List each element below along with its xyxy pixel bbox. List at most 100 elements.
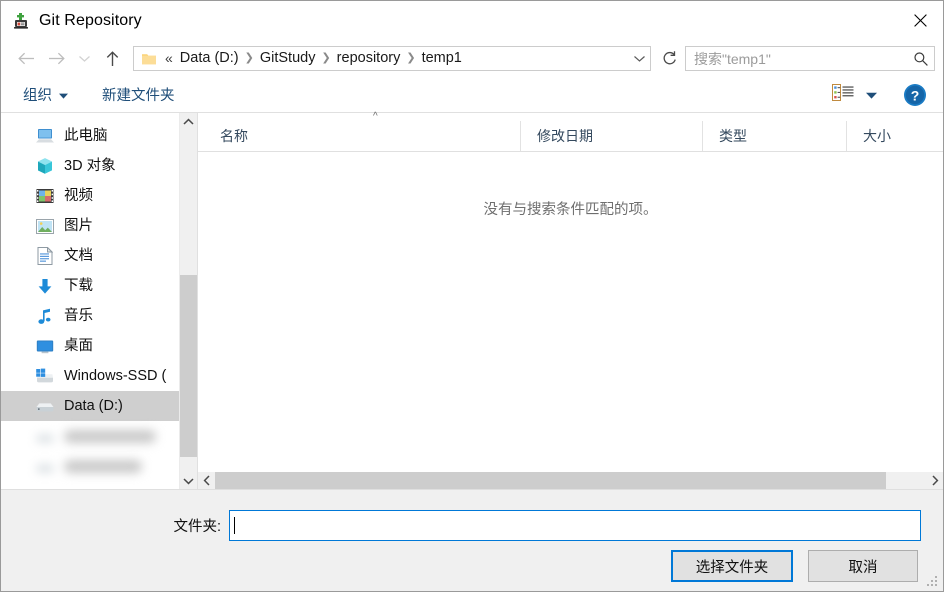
sidebar-item-label: 下载 bbox=[64, 278, 93, 294]
sidebar-item-3d-objects[interactable]: 3D 对象 bbox=[1, 151, 179, 181]
close-button[interactable] bbox=[897, 1, 943, 39]
breadcrumb: « Data (D:) ❯ GitStudy ❯ repository ❯ te… bbox=[165, 47, 628, 70]
this-pc-icon bbox=[35, 126, 55, 146]
sidebar-item-label: Data (D:) bbox=[64, 398, 123, 414]
organize-button[interactable]: 组织 bbox=[17, 82, 74, 108]
breadcrumb-item-0[interactable]: Data (D:) bbox=[176, 47, 243, 70]
chevron-right-icon bbox=[931, 475, 938, 486]
empty-state-message: 没有与搜索条件匹配的项。 bbox=[483, 202, 658, 218]
help-button[interactable]: ? bbox=[903, 83, 927, 107]
scroll-down-button[interactable] bbox=[180, 472, 197, 489]
breadcrumb-separator: ❯ bbox=[406, 52, 416, 64]
sidebar-item-pictures[interactable]: 图片 bbox=[1, 211, 179, 241]
chevron-down-icon bbox=[183, 477, 194, 484]
search-input[interactable]: 搜索"temp1" bbox=[686, 49, 908, 69]
sidebar-item-label: 文档 bbox=[64, 248, 93, 264]
resize-grip[interactable] bbox=[927, 576, 939, 588]
downloads-icon bbox=[35, 276, 55, 296]
sidebar-item-redacted-1[interactable] bbox=[1, 421, 179, 451]
recent-locations-button[interactable] bbox=[71, 45, 97, 73]
scroll-left-button[interactable] bbox=[198, 472, 215, 489]
file-list-body[interactable]: 没有与搜索条件匹配的项。 bbox=[198, 152, 943, 471]
sidebar-item-label: Windows-SSD ( bbox=[64, 368, 167, 384]
documents-icon bbox=[35, 246, 55, 266]
sidebar-item-music[interactable]: 音乐 bbox=[1, 301, 179, 331]
column-header-size[interactable]: 大小 bbox=[846, 121, 943, 151]
sidebar-item-documents[interactable]: 文档 bbox=[1, 241, 179, 271]
sidebar-item-redacted-2[interactable] bbox=[1, 451, 179, 481]
dialog-button-row: 选择文件夹 取消 bbox=[671, 550, 918, 582]
folder-field-row: 文件夹: bbox=[1, 510, 943, 541]
breadcrumb-item-2[interactable]: repository bbox=[333, 47, 405, 70]
navigation-pane-scrollbar[interactable] bbox=[179, 113, 197, 489]
address-dropdown-button[interactable] bbox=[628, 47, 650, 70]
music-icon bbox=[35, 306, 55, 326]
scroll-up-button[interactable] bbox=[180, 113, 197, 130]
sidebar-item-this-pc[interactable]: 此电脑 bbox=[1, 121, 179, 151]
breadcrumb-overflow[interactable]: « bbox=[165, 47, 176, 70]
refresh-icon bbox=[663, 51, 676, 65]
select-folder-button[interactable]: 选择文件夹 bbox=[671, 550, 793, 582]
column-label: 修改日期 bbox=[537, 128, 593, 144]
arrow-up-icon bbox=[106, 50, 118, 66]
hscrollbar-thumb[interactable] bbox=[215, 472, 886, 489]
column-label: 名称 bbox=[220, 128, 248, 144]
column-header-type[interactable]: 类型 bbox=[702, 121, 846, 151]
sidebar-item-label: 此电脑 bbox=[64, 128, 108, 144]
window-title: Git Repository bbox=[39, 11, 142, 29]
redacted-label bbox=[64, 459, 142, 473]
hscrollbar-track[interactable] bbox=[215, 472, 926, 489]
folder-tree: 此电脑 3D 对象 视频 图片 文档 下载 音乐 桌面 Windows-SSD … bbox=[1, 113, 179, 481]
breadcrumb-item-3[interactable]: temp1 bbox=[418, 47, 466, 70]
column-header-name[interactable]: 名称 ^ bbox=[198, 112, 520, 151]
forward-button[interactable] bbox=[41, 45, 71, 73]
text-caret bbox=[234, 517, 235, 534]
cancel-button[interactable]: 取消 bbox=[808, 550, 918, 582]
sidebar-item-label: 图片 bbox=[64, 218, 93, 234]
drive-icon bbox=[35, 426, 55, 446]
sidebar-item-label: 桌面 bbox=[64, 338, 93, 354]
sidebar-item-videos[interactable]: 视频 bbox=[1, 181, 179, 211]
chevron-up-icon bbox=[183, 118, 194, 125]
arrow-right-icon bbox=[48, 52, 65, 65]
organize-label: 组织 bbox=[23, 88, 52, 104]
sidebar-item-downloads[interactable]: 下载 bbox=[1, 271, 179, 301]
column-header-row: 名称 ^ 修改日期 类型 大小 bbox=[198, 112, 943, 152]
sidebar-item-windows-ssd[interactable]: Windows-SSD ( bbox=[1, 361, 179, 391]
scroll-right-button[interactable] bbox=[926, 472, 943, 489]
drive-icon bbox=[35, 396, 55, 416]
scrollbar-thumb[interactable] bbox=[180, 275, 197, 457]
file-list-pane: 名称 ^ 修改日期 类型 大小 没有与搜索条件匹配的项。 bbox=[198, 112, 943, 489]
sidebar-item-data-d[interactable]: Data (D:) bbox=[1, 391, 179, 421]
address-bar[interactable]: « Data (D:) ❯ GitStudy ❯ repository ❯ te… bbox=[133, 46, 651, 71]
3d-objects-icon bbox=[35, 156, 55, 176]
back-button[interactable] bbox=[11, 45, 41, 73]
sort-ascending-icon: ^ bbox=[373, 111, 378, 122]
desktop-icon bbox=[35, 336, 55, 356]
new-folder-button[interactable]: 新建文件夹 bbox=[96, 82, 181, 108]
up-button[interactable] bbox=[97, 45, 127, 73]
file-list-hscrollbar[interactable] bbox=[198, 471, 943, 489]
folder-input[interactable] bbox=[229, 510, 921, 541]
redacted-label bbox=[64, 429, 156, 443]
sidebar-item-label: 3D 对象 bbox=[64, 158, 116, 174]
view-mode-button[interactable] bbox=[828, 82, 881, 108]
svg-text:?: ? bbox=[911, 87, 920, 103]
breadcrumb-separator: ❯ bbox=[321, 52, 331, 64]
navigation-bar: « Data (D:) ❯ GitStudy ❯ repository ❯ te… bbox=[1, 40, 943, 77]
chevron-down-icon bbox=[866, 86, 877, 104]
sidebar-item-label: 音乐 bbox=[64, 308, 93, 324]
command-toolbar: 组织 新建文件夹 ? bbox=[1, 77, 943, 112]
column-label: 类型 bbox=[719, 128, 747, 144]
folder-icon bbox=[141, 52, 157, 66]
navigation-pane: 此电脑 3D 对象 视频 图片 文档 下载 音乐 桌面 Windows-SSD … bbox=[1, 113, 198, 489]
refresh-button[interactable] bbox=[657, 46, 681, 71]
chevron-down-icon bbox=[633, 56, 645, 62]
help-icon: ? bbox=[904, 83, 926, 106]
pictures-icon bbox=[35, 216, 55, 236]
list-view-icon bbox=[832, 83, 854, 106]
column-header-date-modified[interactable]: 修改日期 bbox=[520, 121, 702, 151]
breadcrumb-item-1[interactable]: GitStudy bbox=[256, 47, 320, 70]
search-box[interactable]: 搜索"temp1" bbox=[685, 46, 935, 71]
sidebar-item-desktop[interactable]: 桌面 bbox=[1, 331, 179, 361]
